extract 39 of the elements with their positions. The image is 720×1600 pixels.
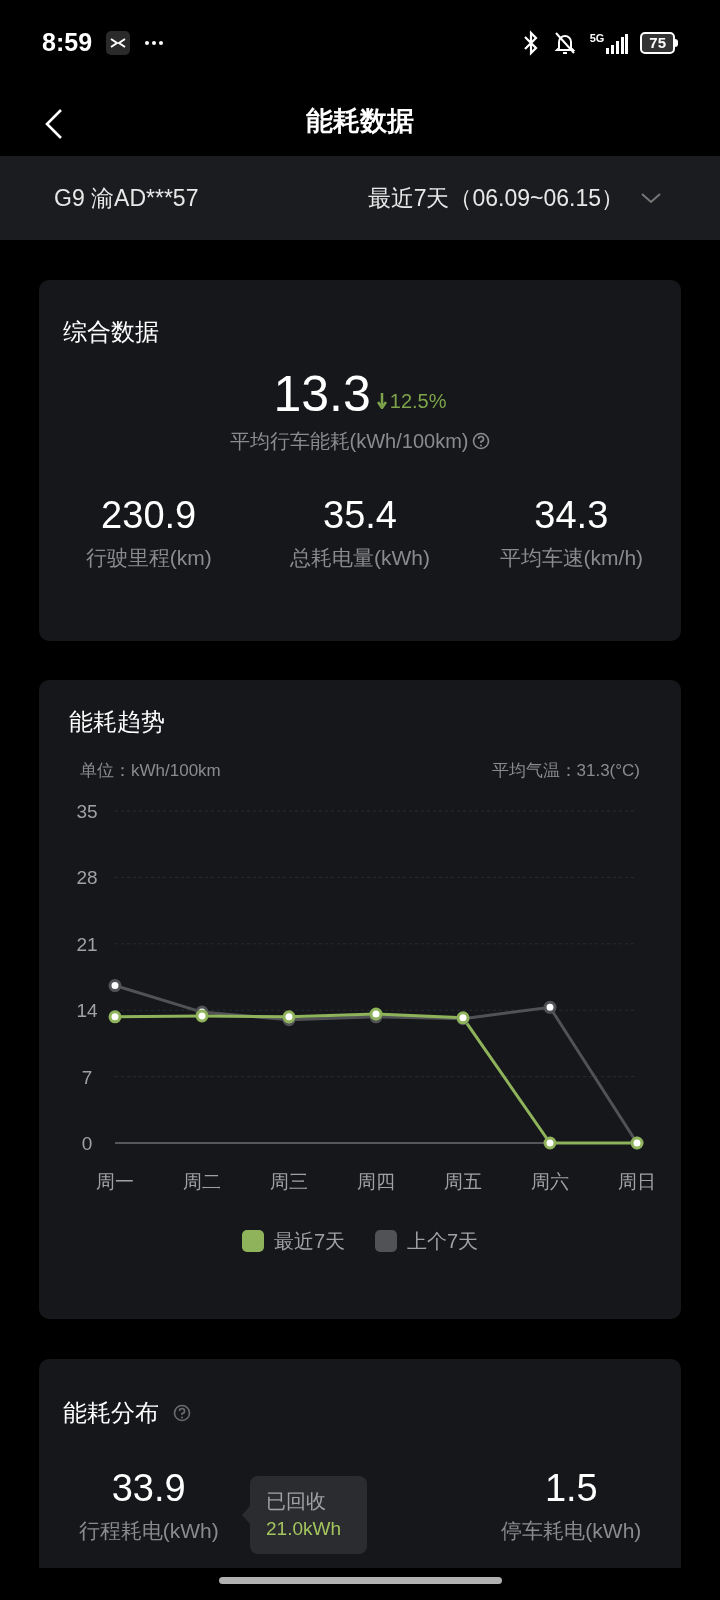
metric-label: 行驶里程(km) <box>85 545 212 571</box>
status-time: 8:59 <box>42 27 93 59</box>
card-title: 能耗趋势 <box>69 707 166 737</box>
x-tick-label: 周五 <box>444 1170 482 1192</box>
y-tick-label: 0 <box>81 1132 93 1154</box>
x-tick-label: 周一 <box>96 1170 134 1192</box>
metric-value: 33.9 <box>111 1467 186 1509</box>
network-label: 5G <box>589 32 605 44</box>
metric-label: 总耗电量(kWh) <box>290 545 430 571</box>
tooltip-value: 21.0kWh <box>266 1517 342 1541</box>
x-tick-label: 周三 <box>270 1170 308 1192</box>
y-tick-label: 14 <box>76 999 98 1021</box>
y-tick-label: 7 <box>81 1066 93 1088</box>
change-value: 12.5% <box>389 389 447 414</box>
y-tick-label: 21 <box>76 933 98 955</box>
legend-label: 上个7天 <box>407 1228 479 1254</box>
legend-label: 最近7天 <box>273 1228 345 1254</box>
y-tick-label: 28 <box>76 866 98 888</box>
card-title: 综合数据 <box>63 317 160 347</box>
card-title: 能耗分布 <box>63 1398 159 1428</box>
main-value: 13.3 <box>273 368 371 420</box>
temperature-label: 平均气温：31.3(°C) <box>491 760 640 782</box>
tooltip-title: 已回收 <box>266 1489 327 1514</box>
x-tick-label: 周日 <box>618 1170 656 1192</box>
metric-value: 230.9 <box>101 494 197 536</box>
metric-label: 平均行车能耗(kWh/100km) <box>229 429 469 454</box>
metric-label: 停车耗电(kWh) <box>501 1518 642 1544</box>
metric-label: 行程耗电(kWh) <box>78 1518 219 1544</box>
y-tick-label: 35 <box>76 800 98 822</box>
metric-label: 平均车速(km/h) <box>499 545 644 571</box>
page-title: 能耗数据 <box>306 104 414 138</box>
metric-value: 1.5 <box>544 1467 598 1509</box>
x-tick-label: 周四 <box>357 1170 395 1192</box>
x-tick-label: 周二 <box>183 1170 221 1192</box>
battery-indicator: 75 <box>640 32 678 54</box>
x-tick-label: 周六 <box>531 1170 569 1192</box>
metric-value: 35.4 <box>323 494 397 536</box>
unit-label: 单位：kWh/100km <box>80 760 221 782</box>
metric-value: 34.3 <box>534 494 609 536</box>
